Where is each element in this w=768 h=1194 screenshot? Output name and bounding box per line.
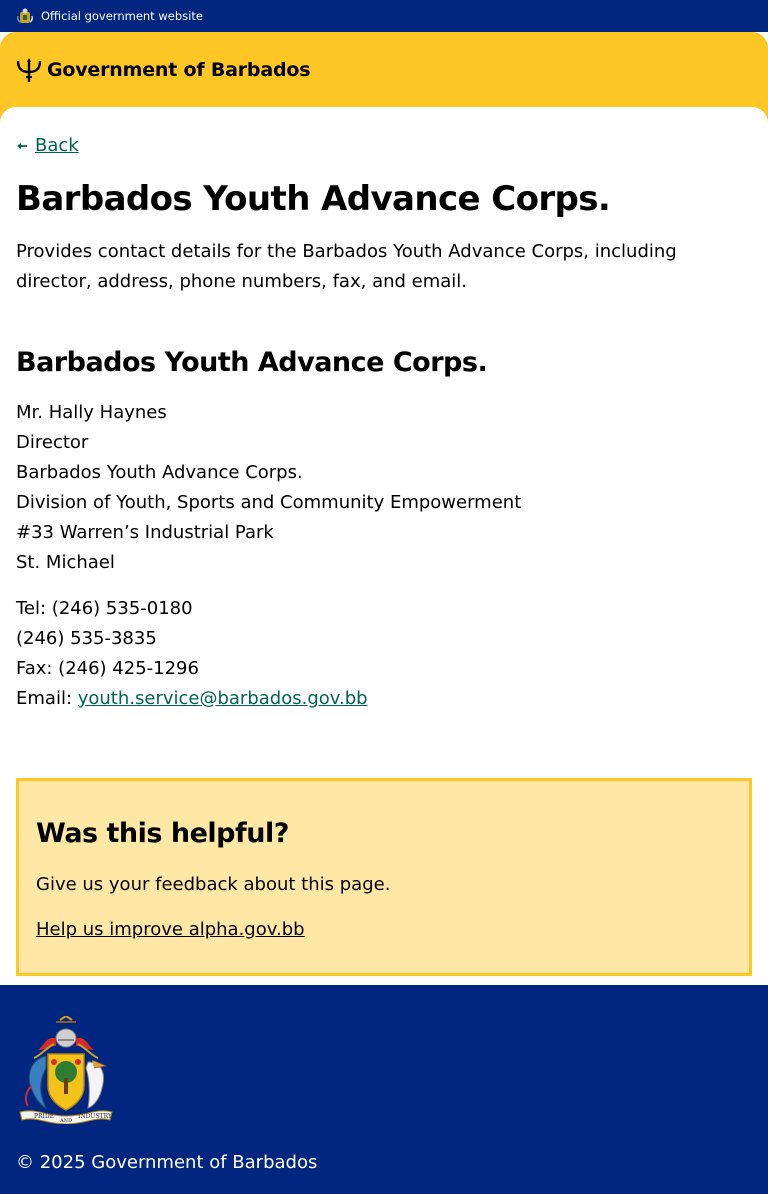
telephone-line: Tel: (246) 535-0180 (16, 598, 193, 619)
site-footer: PRIDE AND INDUSTRY © 2025 Government of … (0, 985, 768, 1194)
page-summary: Provides contact details for the Barbado… (16, 241, 677, 292)
arrow-left-icon (17, 143, 27, 149)
official-website-banner: Official government website (0, 0, 768, 32)
coat-of-arms-icon: PRIDE AND INDUSTRY (19, 1016, 113, 1124)
feedback-text: Give us your feedback about this page. (36, 874, 391, 895)
email-label: Email: (16, 688, 78, 709)
street-address: #33 Warren’s Industrial Park (16, 522, 274, 543)
section-title: Barbados Youth Advance Corps. (16, 347, 488, 378)
site-name-link[interactable]: Government of Barbados (47, 57, 311, 83)
division-name: Division of Youth, Sports and Community … (16, 492, 522, 513)
telephone-line-2: (246) 535-3835 (16, 628, 157, 649)
crest-icon (17, 8, 33, 23)
organisation-name: Barbados Youth Advance Corps. (16, 462, 303, 483)
back-link[interactable]: Back (16, 134, 79, 158)
contact-block: Tel: (246) 535-0180 (246) 535-3835 Fax: … (16, 594, 368, 714)
fax-line: Fax: (246) 425-1296 (16, 658, 199, 679)
motto-pride: PRIDE (34, 1113, 54, 1120)
director-role: Director (16, 432, 89, 453)
back-label: Back (35, 135, 79, 156)
main-content: Back Barbados Youth Advance Corps. Provi… (0, 107, 768, 985)
official-website-label: Official government website (41, 9, 203, 23)
page-title: Barbados Youth Advance Corps. (16, 179, 611, 219)
feedback-link[interactable]: Help us improve alpha.gov.bb (36, 915, 305, 945)
director-name: Mr. Hally Haynes (16, 402, 167, 423)
motto-industry: INDUSTRY (78, 1113, 113, 1120)
motto-and: AND (59, 1118, 72, 1124)
address-block: Mr. Hally Haynes Director Barbados Youth… (16, 398, 521, 578)
email-line: Email: youth.service@barbados.gov.bb (16, 684, 368, 714)
copyright-text: © 2025 Government of Barbados (16, 1152, 318, 1173)
feedback-panel: Was this helpful? Give us your feedback … (16, 778, 752, 976)
email-link[interactable]: youth.service@barbados.gov.bb (78, 688, 368, 709)
parish: St. Michael (16, 552, 115, 573)
feedback-title: Was this helpful? (36, 818, 289, 849)
trident-icon[interactable] (16, 57, 42, 83)
